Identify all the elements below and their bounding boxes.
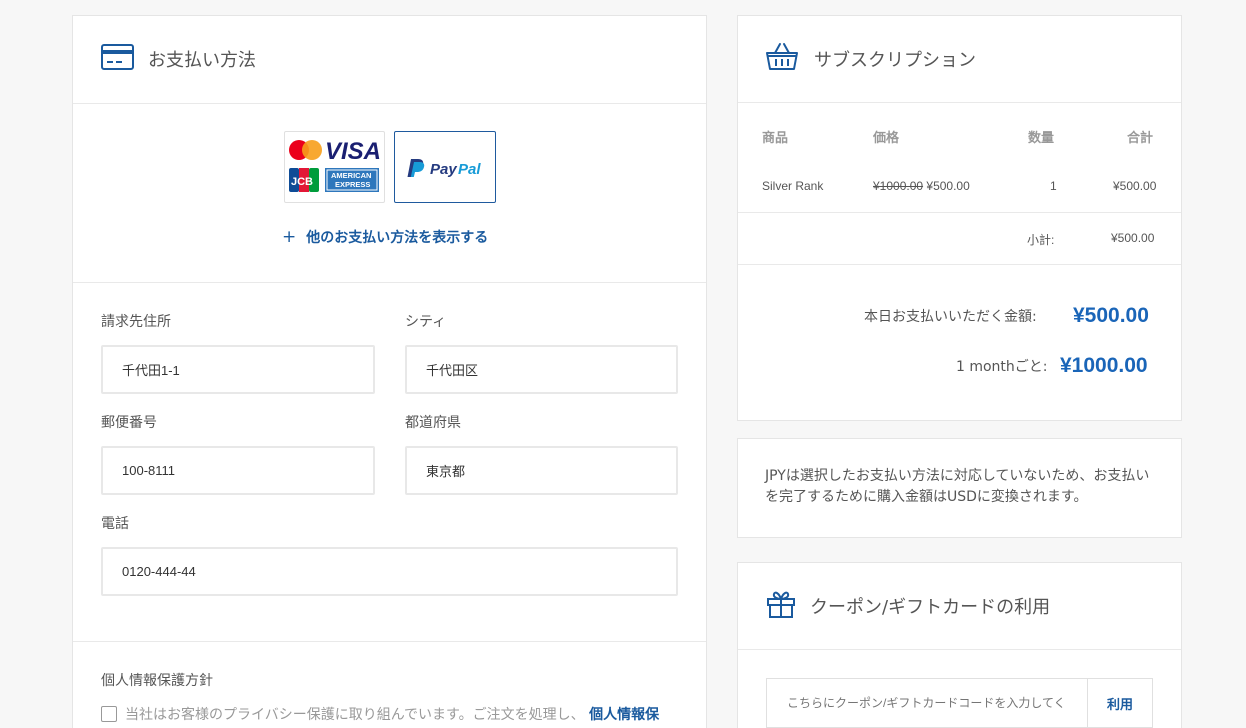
svg-text:EXPRESS: EXPRESS	[335, 180, 370, 189]
coupon-title: クーポン/ギフトカードの利用	[810, 597, 1051, 618]
apply-coupon-button[interactable]: 利用	[1087, 678, 1153, 728]
basket-icon	[765, 41, 799, 75]
payment-title: お支払い方法	[148, 50, 256, 71]
privacy-policy-link[interactable]: 個人情報保	[589, 707, 659, 723]
privacy-consent-text: 当社はお客様のプライバシー保護に取り組んでいます。ご注文を処理し、 個人情報保	[125, 704, 659, 724]
column-header-product: 商品	[762, 131, 789, 146]
city-input[interactable]	[405, 345, 678, 394]
due-today-label: 本日お支払いいただく金額:	[864, 309, 1037, 325]
amex-logo: AMERICAN EXPRESS	[325, 168, 379, 192]
privacy-consent-label: 当社はお客様のプライバシー保護に取り組んでいます。ご注文を処理し、	[125, 707, 585, 723]
quantity-cell: 1	[1050, 179, 1057, 193]
divider	[73, 103, 706, 104]
divider	[738, 102, 1181, 103]
column-header-total: 合計	[1127, 131, 1154, 146]
show-more-payment-methods-link[interactable]: + 他のお支払い方法を表示する	[282, 227, 488, 247]
show-more-label: 他のお支払い方法を表示する	[306, 230, 489, 246]
price-cell: ¥1000.00 ¥500.00	[873, 179, 970, 193]
billing-address-label: 請求先住所	[101, 314, 171, 330]
billing-address-input[interactable]	[101, 345, 375, 394]
subscription-title: サブスクリプション	[814, 50, 976, 71]
divider	[73, 641, 706, 642]
postal-code-label: 郵便番号	[101, 415, 157, 431]
privacy-policy-title: 個人情報保護方針	[101, 673, 213, 689]
coupon-code-input[interactable]	[766, 678, 1088, 728]
original-price: ¥1000.00	[873, 179, 924, 193]
svg-text:Pal: Pal	[458, 161, 481, 178]
row-total: ¥500.00	[1113, 179, 1157, 193]
prefecture-input[interactable]	[405, 446, 678, 495]
jcb-logo: JCB	[289, 168, 319, 192]
column-header-price: 価格	[873, 131, 900, 146]
phone-input[interactable]	[101, 547, 678, 596]
divider	[73, 282, 706, 283]
divider	[738, 264, 1181, 265]
subtotal-value: ¥500.00	[1111, 231, 1155, 245]
plus-icon: +	[282, 227, 297, 247]
recurring-label: 1 monthごと:	[956, 359, 1048, 375]
currency-notice-text: JPYは選択したお支払い方法に対応していないため、お支払いを完了するために購入金…	[765, 468, 1150, 505]
privacy-consent-checkbox[interactable]	[101, 706, 117, 722]
postal-code-input[interactable]	[101, 446, 375, 495]
divider	[738, 649, 1181, 650]
due-today-amount: ¥500.00	[1073, 304, 1149, 327]
card-brands-logo: VISA JCB AMERICAN EXPRESS	[289, 138, 381, 192]
paypal-logo: Pay Pal	[407, 159, 481, 178]
column-header-quantity: 数量	[1028, 131, 1055, 146]
subtotal-label: 小計:	[1027, 233, 1055, 247]
visa-logo: VISA	[325, 138, 381, 165]
phone-label: 電話	[101, 516, 129, 532]
svg-text:Pay: Pay	[430, 161, 457, 178]
gift-icon	[766, 590, 796, 622]
divider	[738, 212, 1181, 213]
prefecture-label: 都道府県	[405, 415, 461, 431]
svg-text:AMERICAN: AMERICAN	[331, 171, 371, 180]
card-payment-option[interactable]: VISA JCB AMERICAN EXPRESS	[284, 131, 385, 203]
discounted-price: ¥500.00	[926, 179, 970, 193]
paypal-payment-option[interactable]: Pay Pal	[394, 131, 496, 203]
product-name: Silver Rank	[762, 179, 824, 193]
city-label: シティ	[405, 314, 447, 330]
recurring-amount: ¥1000.00	[1060, 354, 1148, 377]
svg-text:JCB: JCB	[291, 176, 313, 188]
credit-card-icon	[101, 44, 134, 74]
